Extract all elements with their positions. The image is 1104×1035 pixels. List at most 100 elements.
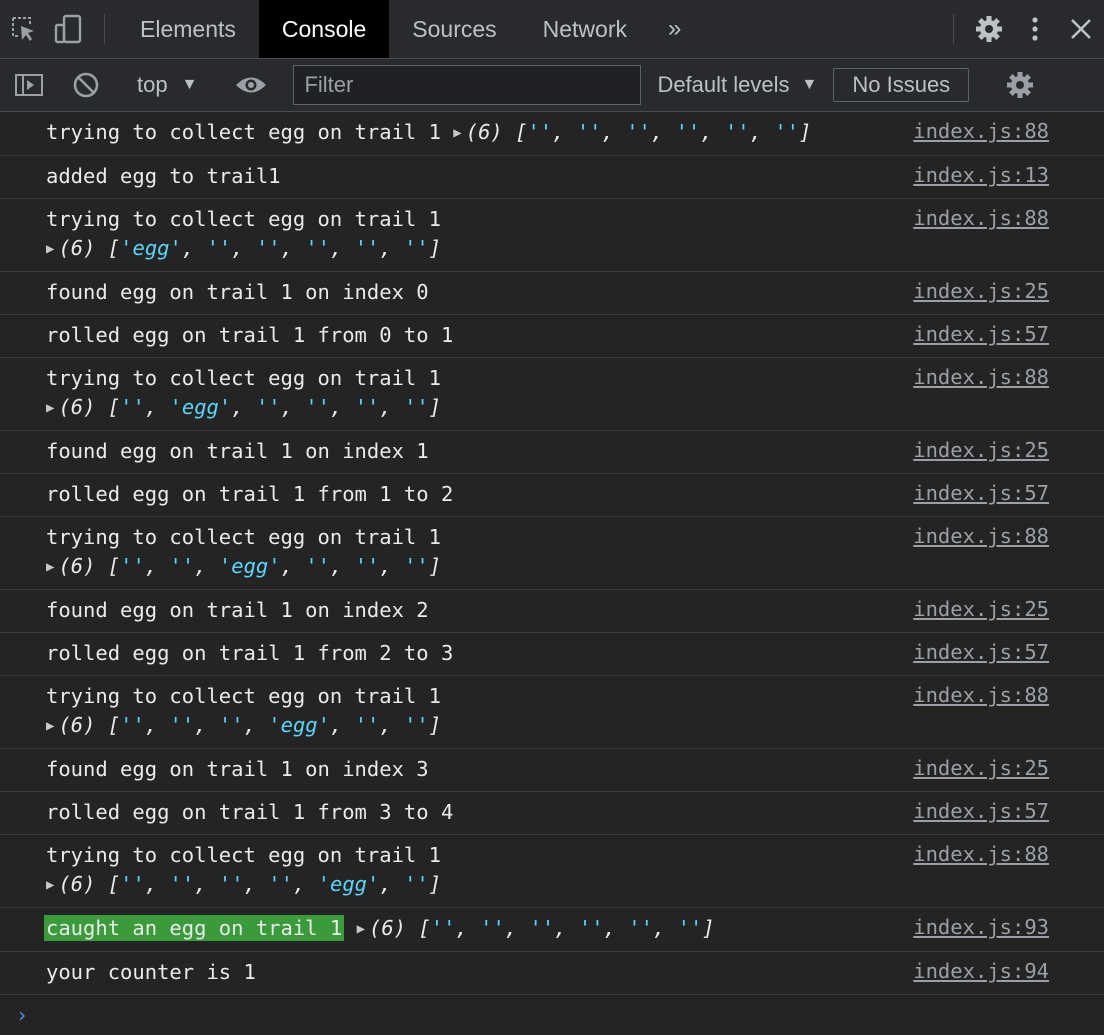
separator bbox=[104, 14, 105, 44]
array-string-value: '' bbox=[626, 120, 651, 144]
array-length: (6) bbox=[369, 916, 407, 940]
array-string-value: '' bbox=[527, 120, 553, 144]
array-string-value: '' bbox=[724, 120, 750, 144]
source-link[interactable]: index.js:94 bbox=[913, 957, 1049, 986]
array-string-value: '' bbox=[305, 554, 330, 578]
array-string-value: '' bbox=[120, 713, 145, 737]
array-string-value: '' bbox=[120, 872, 145, 896]
log-levels-label: Default levels bbox=[657, 72, 790, 97]
array-length: (6) bbox=[58, 395, 96, 419]
array-length: (6) bbox=[58, 872, 96, 896]
source-link[interactable]: index.js:88 bbox=[913, 840, 1049, 869]
array-string-value: '' bbox=[404, 872, 429, 896]
array-preview[interactable]: ▶ (6) ['', '', '', '', '', ''] bbox=[453, 120, 811, 144]
console-message: rolled egg on trail 1 from 1 to 2 index.j… bbox=[0, 474, 1104, 517]
log-text: trying to collect egg on trail 1 bbox=[46, 525, 441, 549]
array-string-value: '' bbox=[206, 236, 232, 260]
array-preview[interactable]: ▶ (6) ['', '', 'egg', '', '', ''] bbox=[46, 554, 441, 578]
expand-triangle-icon[interactable]: ▶ bbox=[46, 553, 54, 582]
array-value: egg bbox=[330, 872, 368, 896]
dropdown-caret-icon: ▼ bbox=[181, 76, 198, 93]
console-toolbar: top ▼ Default levels ▼ No Issues bbox=[0, 59, 1104, 112]
log-text: rolled egg on trail 1 from 3 to 4 bbox=[46, 800, 454, 824]
tab-sources[interactable]: Sources bbox=[389, 0, 519, 58]
source-link[interactable]: index.js:88 bbox=[913, 681, 1049, 710]
array-value: egg bbox=[181, 395, 219, 419]
array-string-value: '' bbox=[354, 554, 380, 578]
more-tabs-icon[interactable]: » bbox=[650, 0, 699, 58]
source-link[interactable]: index.js:25 bbox=[913, 595, 1049, 624]
log-text: added egg to trail1 bbox=[46, 164, 281, 188]
array-length: (6) bbox=[58, 236, 96, 260]
expand-triangle-icon[interactable]: ▶ bbox=[46, 394, 54, 423]
source-link[interactable]: index.js:57 bbox=[913, 320, 1049, 349]
array-string-value: '' bbox=[404, 236, 429, 260]
array-preview[interactable]: ▶ (6) ['', 'egg', '', '', '', ''] bbox=[46, 395, 441, 419]
context-label: top bbox=[137, 72, 168, 97]
source-link[interactable]: index.js:25 bbox=[913, 436, 1049, 465]
array-string-value: '' bbox=[354, 713, 380, 737]
device-toolbar-icon[interactable] bbox=[46, 0, 92, 58]
console-message: trying to collect egg on trail 1 ▶ (6) ['… bbox=[0, 112, 1104, 156]
console-message: rolled egg on trail 1 from 0 to 1 index.j… bbox=[0, 315, 1104, 358]
log-text: rolled egg on trail 1 from 2 to 3 bbox=[46, 641, 454, 665]
inspect-element-icon[interactable] bbox=[0, 0, 46, 58]
console-settings-gear-icon[interactable] bbox=[998, 70, 1042, 100]
console-message: your counter is 1 index.js:94 bbox=[0, 952, 1104, 995]
tab-console[interactable]: Console bbox=[258, 0, 390, 58]
source-link[interactable]: index.js:57 bbox=[913, 797, 1049, 826]
source-link[interactable]: index.js:88 bbox=[913, 522, 1049, 551]
settings-gear-icon[interactable] bbox=[966, 0, 1012, 58]
tab-network[interactable]: Network bbox=[520, 0, 650, 58]
source-link[interactable]: index.js:25 bbox=[913, 754, 1049, 783]
more-options-icon[interactable] bbox=[1012, 0, 1058, 58]
array-string-value: '' bbox=[677, 916, 703, 940]
source-link[interactable]: index.js:88 bbox=[913, 363, 1049, 392]
array-string-value: '' bbox=[169, 554, 195, 578]
log-levels-dropdown[interactable]: Default levels ▼ bbox=[641, 72, 833, 98]
source-link[interactable]: index.js:25 bbox=[913, 277, 1049, 306]
styled-log-text: caught an egg on trail 1 bbox=[44, 915, 345, 941]
expand-triangle-icon[interactable]: ▶ bbox=[46, 871, 54, 900]
array-preview[interactable]: ▶ (6) ['', '', '', 'egg', '', ''] bbox=[46, 713, 441, 737]
clear-console-icon[interactable] bbox=[58, 71, 114, 99]
console-messages: trying to collect egg on trail 1 ▶ (6) ['… bbox=[0, 112, 1104, 995]
context-selector[interactable]: top ▼ bbox=[123, 72, 211, 98]
show-sidebar-icon[interactable] bbox=[0, 73, 58, 97]
array-value: egg bbox=[280, 713, 318, 737]
expand-triangle-icon[interactable]: ▶ bbox=[453, 119, 461, 148]
array-preview[interactable]: ▶ (6) ['', '', '', '', 'egg', ''] bbox=[46, 872, 441, 896]
expand-triangle-icon[interactable]: ▶ bbox=[46, 712, 54, 741]
array-preview[interactable]: ▶ (6) ['', '', '', '', '', ''] bbox=[357, 916, 715, 940]
array-preview[interactable]: ▶ (6) ['egg', '', '', '', '', ''] bbox=[46, 236, 441, 260]
array-string-value: '' bbox=[354, 395, 380, 419]
issues-label: No Issues bbox=[852, 72, 951, 97]
tab-elements[interactable]: Elements bbox=[117, 0, 259, 58]
close-icon[interactable] bbox=[1058, 0, 1104, 58]
array-string-value: '' bbox=[774, 120, 800, 144]
source-link[interactable]: index.js:88 bbox=[913, 117, 1049, 146]
log-text: trying to collect egg on trail 1 bbox=[46, 120, 441, 144]
console-prompt[interactable]: › bbox=[0, 995, 1104, 1035]
array-string-value: 'egg' bbox=[218, 554, 281, 578]
array-string-value: '' bbox=[576, 120, 602, 144]
source-link[interactable]: index.js:57 bbox=[913, 638, 1049, 667]
source-link[interactable]: index.js:93 bbox=[913, 913, 1049, 942]
source-link[interactable]: index.js:57 bbox=[913, 479, 1049, 508]
source-link[interactable]: index.js:88 bbox=[913, 204, 1049, 233]
console-message: found egg on trail 1 on index 1 index.js:… bbox=[0, 431, 1104, 474]
source-link[interactable]: index.js:13 bbox=[913, 161, 1049, 190]
issues-button[interactable]: No Issues bbox=[833, 68, 970, 102]
expand-triangle-icon[interactable]: ▶ bbox=[46, 235, 54, 264]
filter-input[interactable] bbox=[293, 65, 642, 105]
array-string-value: '' bbox=[404, 713, 429, 737]
live-expression-eye-icon[interactable] bbox=[220, 74, 282, 96]
array-string-value: 'egg' bbox=[169, 395, 232, 419]
console-message: trying to collect egg on trail 1 ▶ (6) [''… bbox=[0, 835, 1104, 908]
log-text: found egg on trail 1 on index 1 bbox=[46, 439, 429, 463]
console-message: trying to collect egg on trail 1 ▶ (6) ['e… bbox=[0, 199, 1104, 272]
separator bbox=[953, 14, 954, 44]
expand-triangle-icon[interactable]: ▶ bbox=[357, 915, 365, 944]
console-message: rolled egg on trail 1 from 3 to 4 index.j… bbox=[0, 792, 1104, 835]
array-length: (6) bbox=[58, 713, 96, 737]
